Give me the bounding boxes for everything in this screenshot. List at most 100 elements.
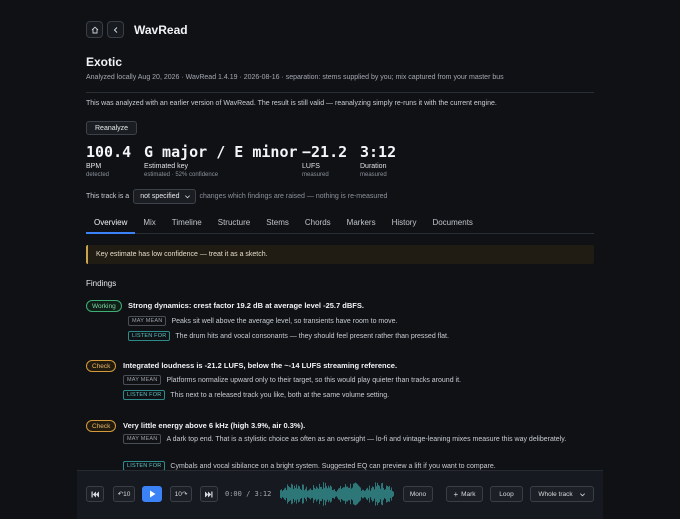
waveform-bar [333,489,334,499]
tab-overview[interactable]: Overview [86,214,136,234]
waveform-bar [376,486,377,502]
stat-sub: measured [360,172,387,178]
waveform-bar [354,483,355,505]
finding-headline: Strong dynamics: crest factor 19.2 dB at… [128,301,364,310]
waveform-bar [362,489,363,499]
may-mean-line: MAY MEAN A dark top end. That is a styli… [123,434,583,445]
stat-sub: estimated · 52% confidence [144,172,219,178]
waveform-bar [349,487,350,501]
waveform-bar [339,488,340,500]
may-mean-line: MAY MEAN Peaks sit well above the averag… [128,316,398,327]
waveform-bar [330,485,331,503]
home-button[interactable] [86,21,103,38]
stat-label: Estimated key [144,163,188,170]
waveform-bar [344,487,345,501]
waveform-bar [306,486,307,502]
skip-start-icon [91,491,99,497]
waveform-bar [290,487,291,501]
tab-structure[interactable]: Structure [210,214,258,234]
waveform-bar [291,483,292,505]
range-select[interactable]: Whole track [530,486,594,502]
waveform-bar [370,490,371,498]
waveform-bar [377,482,378,506]
stat-bpm: 100.4 BPM detected [86,144,144,179]
waveform-bar [321,486,322,502]
listen-for-line: LISTEN FOR Cymbals and vocal sibilance o… [123,461,593,470]
waveform-bar [341,488,342,500]
play-button[interactable] [142,486,162,502]
waveform-bar [351,488,352,500]
findings-title: Findings [86,279,117,288]
waveform-bar [323,482,324,506]
back-10-button[interactable]: ↶10 [113,486,135,502]
track-title: Exotic [86,55,123,69]
may-mean-line: MAY MEAN Platforms normalize upward only… [123,375,461,386]
listen-for-text: This next to a released track you like, … [170,392,390,399]
tab-mix[interactable]: Mix [135,214,163,234]
reanalyze-button[interactable]: Reanalyze [86,121,138,135]
range-value: Whole track [538,490,573,498]
tab-documents[interactable]: Documents [424,214,480,234]
stat-key: G major / E minor Estimated key estimate… [144,143,302,179]
forward-10-button[interactable]: 10↷ [170,486,192,502]
waveform-bar [327,488,328,500]
waveform-bar [350,483,351,505]
waveform-bar [307,490,308,498]
skip-start-button[interactable] [86,486,104,502]
waveform-bar [301,489,302,499]
waveform-bar [309,489,310,499]
waveform-bar [363,489,364,499]
tab-history[interactable]: History [384,214,425,234]
waveform-bar [295,487,296,501]
waveform-bar [294,485,295,503]
stat-value: G major / E minor [144,143,298,161]
waveform[interactable] [280,480,394,508]
waveform-bar [326,486,327,502]
waveform-bar [332,490,333,498]
waveform-bar [284,488,285,500]
status-badge: Working [86,300,122,312]
waveform-bar [322,489,323,499]
waveform-bar [311,489,312,499]
waveform-bar [303,484,304,504]
back-button[interactable] [107,21,124,38]
tab-chords[interactable]: Chords [297,214,339,234]
waveform-bar [379,485,380,503]
waveform-bar [310,488,311,500]
waveform-bar [334,489,335,499]
waveform-bar [358,485,359,503]
stats-row: 100.4 BPM detected G major / E minor Est… [86,143,420,179]
finding-headline: Very little energy above 6 kHz (high 3.9… [123,421,306,430]
mark-button[interactable]: + Mark [446,486,483,502]
tab-stems[interactable]: Stems [258,214,297,234]
waveform-bar [391,487,392,501]
skip-end-button[interactable] [200,486,218,502]
mono-button[interactable]: Mono [403,486,433,502]
waveform-bar [296,484,297,504]
waveform-bar [368,489,369,499]
waveform-bar [340,485,341,503]
waveform-bar [320,486,321,502]
waveform-bar [388,486,389,502]
waveform-bar [285,487,286,501]
waveform-bar [392,490,393,498]
waveform-bar [286,490,287,498]
waveform-bar [297,488,298,500]
loop-button[interactable]: Loop [490,486,523,502]
waveform-bar [314,487,315,501]
listen-for-tag: LISTEN FOR [128,331,171,341]
listen-for-text: The drum hits and vocal consonants — the… [175,333,449,340]
app-name: WavRead [134,22,188,37]
waveform-bar [316,486,317,502]
waveform-bar [308,490,309,498]
waveform-bar [282,490,283,498]
may-mean-text: A dark top end. That is a stylistic choi… [166,436,567,443]
tab-markers[interactable]: Markers [339,214,384,234]
waveform-bar [331,486,332,502]
waveform-bar [369,485,370,503]
may-mean-tag: MAY MEAN [123,434,162,444]
track-type-select[interactable]: not specified [133,189,196,204]
tab-timeline[interactable]: Timeline [164,214,210,234]
waveform-bar [281,489,282,499]
waveform-bar [386,485,387,503]
